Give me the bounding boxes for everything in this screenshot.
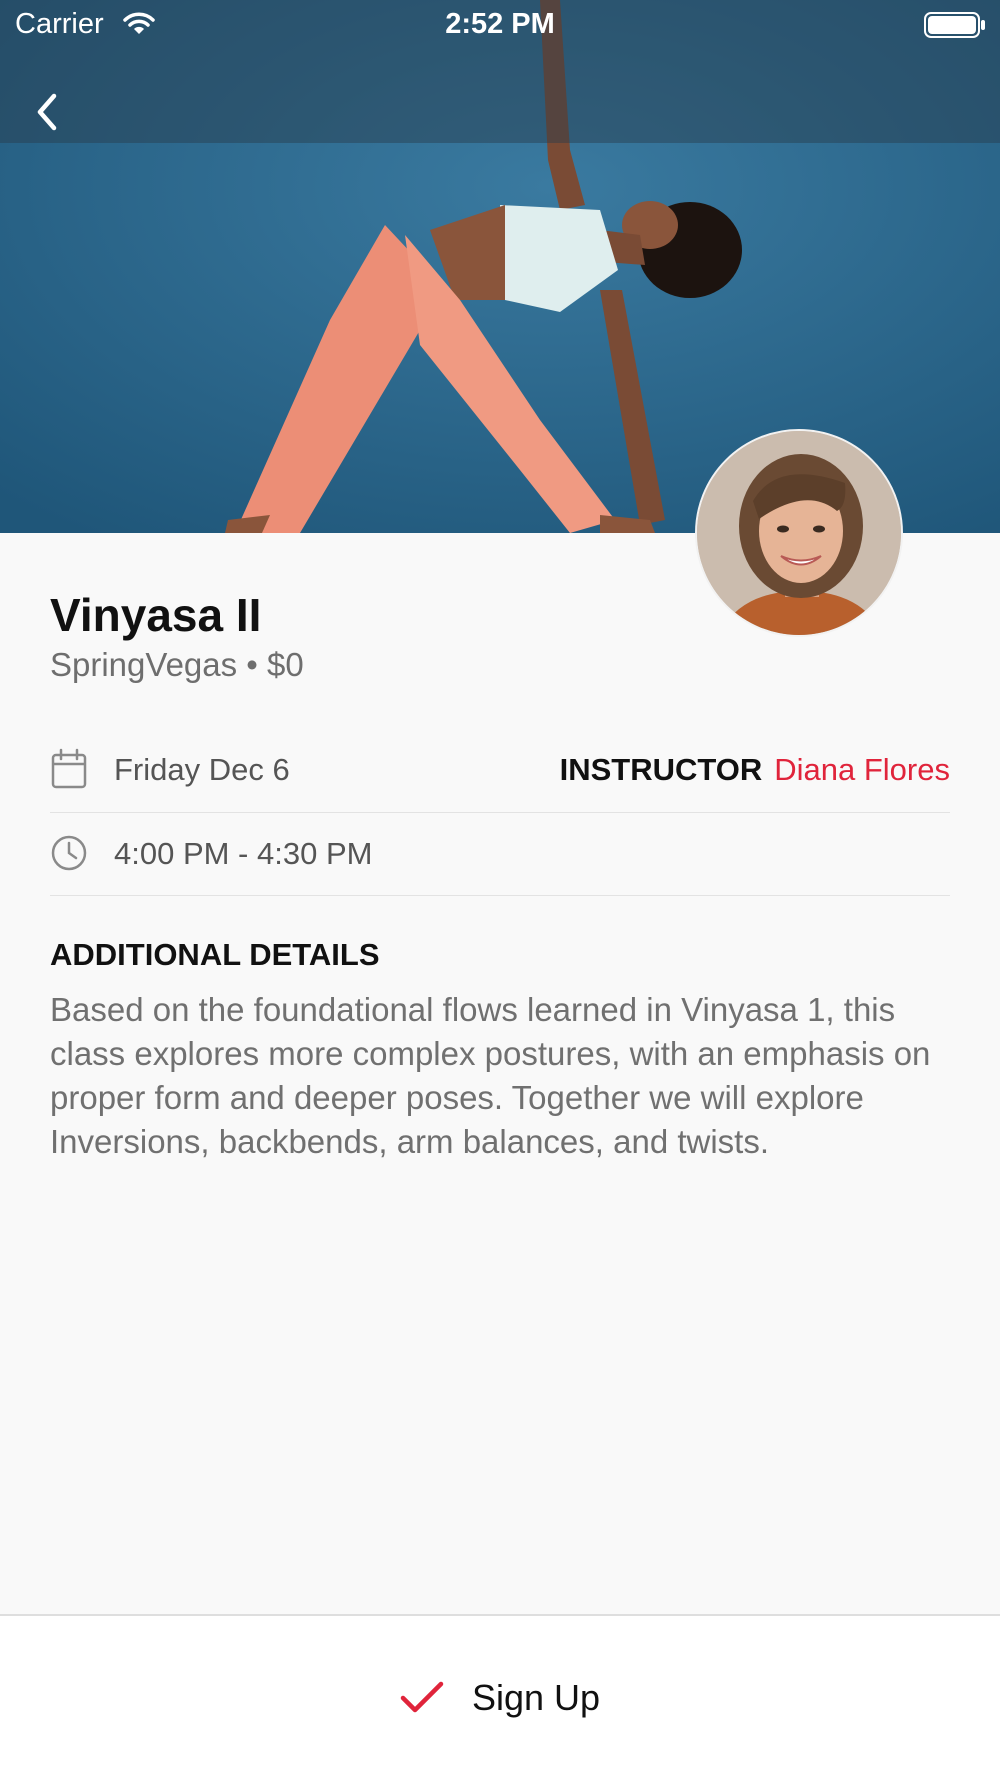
checkmark-icon [400, 1681, 444, 1713]
instructor-label: INSTRUCTOR [559, 752, 763, 787]
bottom-action-bar: Sign Up [0, 1614, 1000, 1778]
class-date: Friday Dec 6 [114, 752, 290, 787]
details-heading: ADDITIONAL DETAILS [50, 937, 380, 972]
instructor-name-link[interactable]: Diana Flores [774, 752, 950, 787]
divider [50, 895, 950, 896]
instructor-avatar[interactable] [695, 429, 903, 637]
class-subtitle: SpringVegas • $0 [50, 646, 304, 683]
class-detail-screen: Carrier 2:52 PM Vinyasa II SpringVegas •… [0, 0, 1000, 1778]
class-title: Vinyasa II [50, 589, 262, 641]
calendar-icon [50, 748, 88, 795]
signup-button[interactable]: Sign Up [0, 1616, 1000, 1778]
back-button[interactable] [22, 86, 72, 138]
status-bar: Carrier 2:52 PM [0, 0, 1000, 50]
time-row: 4:00 PM - 4:30 PM [50, 826, 950, 882]
signup-label: Sign Up [471, 1677, 601, 1718]
battery-icon [924, 12, 986, 43]
details-body: Based on the foundational flows learned … [50, 991, 931, 1160]
clock-icon [50, 832, 88, 879]
divider [50, 812, 950, 813]
status-time: 2:52 PM [445, 8, 555, 40]
instructor-info: INSTRUCTOR Diana Flores [560, 752, 950, 788]
chevron-left-icon [37, 93, 57, 131]
class-time: 4:00 PM - 4:30 PM [114, 836, 373, 871]
avatar-photo [697, 431, 901, 635]
date-row: Friday Dec 6 INSTRUCTOR Diana Flores [50, 742, 950, 798]
